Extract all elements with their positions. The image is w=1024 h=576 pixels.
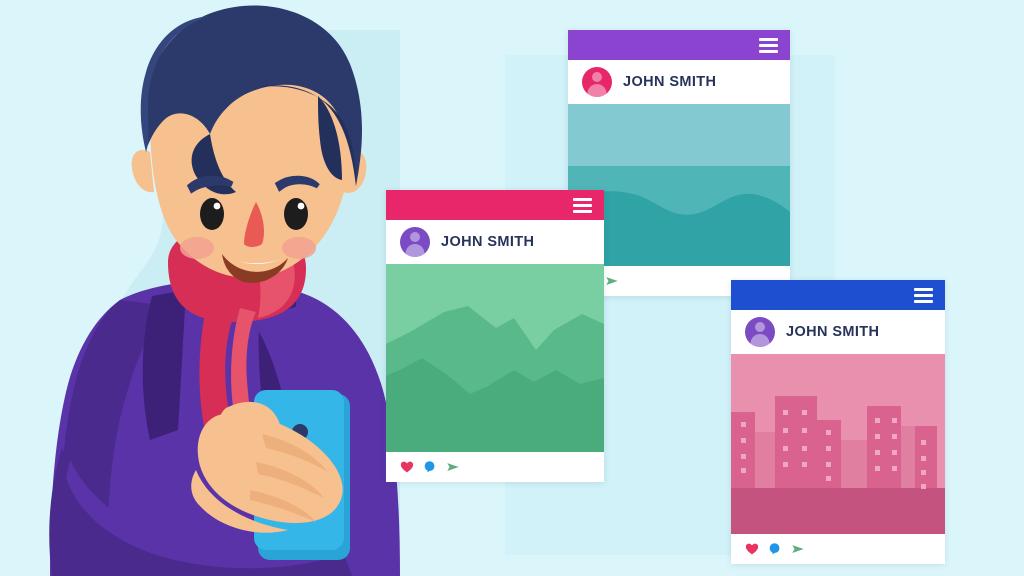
illustration-canvas: JOHN SMITH JOHN SMITH JOHN SMITH	[0, 0, 1024, 576]
card-user-row: JOHN SMITH	[568, 60, 790, 104]
eye-left	[200, 198, 224, 230]
user-avatar-icon[interactable]	[582, 67, 612, 97]
send-arrow-icon[interactable]	[791, 542, 805, 556]
ear-left	[131, 149, 154, 193]
eye-left-glint	[213, 202, 221, 210]
card-title-bar[interactable]	[568, 30, 790, 60]
post-card-pink[interactable]: JOHN SMITH	[386, 190, 604, 482]
card-username: JOHN SMITH	[441, 234, 535, 250]
user-avatar-icon[interactable]	[745, 317, 775, 347]
card-username: JOHN SMITH	[786, 324, 880, 340]
comment-bubble-icon[interactable]	[768, 542, 782, 556]
card-user-row: JOHN SMITH	[731, 310, 945, 354]
heart-icon[interactable]	[400, 460, 414, 474]
user-avatar-icon[interactable]	[400, 227, 430, 257]
card-media-green-mountain[interactable]	[386, 264, 604, 452]
eye-right	[284, 198, 308, 230]
eye-right-glint	[297, 202, 305, 210]
card-title-bar[interactable]	[386, 190, 604, 220]
send-arrow-icon[interactable]	[446, 460, 460, 474]
cheek-right	[282, 237, 316, 259]
heart-icon[interactable]	[745, 542, 759, 556]
comment-bubble-icon[interactable]	[423, 460, 437, 474]
hamburger-menu-icon[interactable]	[573, 197, 592, 213]
card-actions-row[interactable]	[731, 534, 945, 564]
card-actions-row[interactable]	[386, 452, 604, 482]
hamburger-menu-icon[interactable]	[914, 287, 933, 303]
card-user-row: JOHN SMITH	[386, 220, 604, 264]
card-media-pink-cityscape[interactable]	[731, 354, 945, 534]
card-title-bar[interactable]	[731, 280, 945, 310]
card-username: JOHN SMITH	[623, 74, 717, 90]
hamburger-menu-icon[interactable]	[759, 37, 778, 53]
cheek-left	[180, 237, 214, 259]
post-card-blue[interactable]: JOHN SMITH	[731, 280, 945, 564]
send-arrow-icon[interactable]	[605, 274, 619, 288]
